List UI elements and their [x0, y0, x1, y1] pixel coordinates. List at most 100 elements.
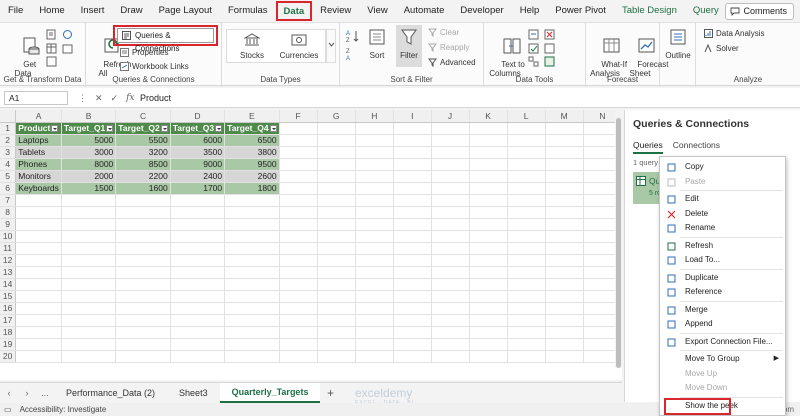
cell[interactable]: [393, 122, 432, 135]
row-header[interactable]: 16: [0, 302, 17, 315]
cell[interactable]: 1500: [61, 182, 117, 195]
cell[interactable]: [115, 338, 171, 351]
worksheet-grid[interactable]: A B C D E F G H I J K L M N 1 Product Target_Q1 Target_Q2…: [0, 110, 622, 380]
cell[interactable]: [279, 194, 318, 207]
cell[interactable]: Product: [15, 122, 62, 135]
comments-button[interactable]: Comments: [725, 3, 794, 20]
cell[interactable]: [317, 122, 356, 135]
cell[interactable]: [170, 242, 226, 255]
cell[interactable]: [279, 218, 318, 231]
cell[interactable]: [431, 158, 470, 171]
cell[interactable]: [317, 350, 356, 363]
sort-az-icon[interactable]: AZ: [346, 29, 360, 43]
cell[interactable]: [469, 266, 508, 279]
tab-home[interactable]: Home: [31, 0, 72, 22]
cell[interactable]: [15, 314, 62, 327]
cell[interactable]: [545, 146, 584, 159]
row-header[interactable]: 19: [0, 338, 17, 351]
cell[interactable]: [507, 314, 546, 327]
context-menu-item-duplicate[interactable]: Duplicate: [660, 272, 785, 284]
cell[interactable]: [545, 206, 584, 219]
cell[interactable]: [507, 170, 546, 183]
cell[interactable]: [279, 266, 318, 279]
cell[interactable]: [507, 206, 546, 219]
cell[interactable]: [15, 254, 62, 267]
cell[interactable]: [507, 338, 546, 351]
cell[interactable]: [545, 242, 584, 255]
cell[interactable]: [170, 338, 226, 351]
cell[interactable]: [431, 350, 470, 363]
cell[interactable]: [355, 206, 394, 219]
cell[interactable]: [355, 146, 394, 159]
cell[interactable]: [507, 278, 546, 291]
cell[interactable]: [545, 218, 584, 231]
context-menu-item-move-to-group[interactable]: Move To Group ▶: [660, 353, 785, 365]
cell[interactable]: [545, 122, 584, 135]
cell[interactable]: [545, 326, 584, 339]
cell[interactable]: [545, 254, 584, 267]
cell[interactable]: [431, 290, 470, 303]
cell[interactable]: [545, 302, 584, 315]
cell[interactable]: 2400: [170, 170, 226, 183]
cell[interactable]: [431, 242, 470, 255]
cell[interactable]: [545, 314, 584, 327]
cell[interactable]: 3500: [170, 146, 226, 159]
row-header[interactable]: 3: [0, 146, 17, 159]
cell[interactable]: [545, 194, 584, 207]
relationships-icon[interactable]: [528, 56, 539, 67]
row-header[interactable]: 4: [0, 158, 17, 171]
cell[interactable]: [279, 134, 318, 147]
cell[interactable]: 1800: [224, 182, 280, 195]
cell[interactable]: [393, 290, 432, 303]
cell[interactable]: [224, 254, 280, 267]
cell[interactable]: [61, 338, 117, 351]
context-menu-item-merge[interactable]: Merge: [660, 304, 785, 316]
add-sheet-icon[interactable]: +: [320, 386, 340, 400]
cell[interactable]: 5500: [115, 134, 171, 147]
tab-help[interactable]: Help: [512, 0, 548, 22]
cell[interactable]: [355, 242, 394, 255]
cell[interactable]: [469, 146, 508, 159]
cell[interactable]: [469, 350, 508, 363]
cell[interactable]: [115, 230, 171, 243]
cell[interactable]: [115, 218, 171, 231]
row-header[interactable]: 20: [0, 350, 17, 363]
column-header[interactable]: C: [115, 110, 171, 123]
cell[interactable]: [469, 194, 508, 207]
cell[interactable]: [393, 170, 432, 183]
cell[interactable]: [469, 158, 508, 171]
cell[interactable]: [317, 338, 356, 351]
context-menu-item-export-connection-file[interactable]: Export Connection File...: [660, 336, 785, 348]
cell[interactable]: [115, 254, 171, 267]
from-table-icon[interactable]: [46, 43, 57, 54]
cell[interactable]: [15, 290, 62, 303]
context-menu-item-load-to[interactable]: Load To...: [660, 254, 785, 266]
outline-button[interactable]: Outline: [662, 27, 694, 60]
cell[interactable]: [317, 326, 356, 339]
column-header[interactable]: E: [224, 110, 280, 123]
cell[interactable]: [279, 146, 318, 159]
cell[interactable]: [507, 266, 546, 279]
cell[interactable]: [224, 350, 280, 363]
cell[interactable]: [170, 218, 226, 231]
tab-power-pivot[interactable]: Power Pivot: [547, 0, 614, 22]
cell[interactable]: [317, 254, 356, 267]
cell[interactable]: 6000: [170, 134, 226, 147]
cell[interactable]: [393, 326, 432, 339]
cell[interactable]: [15, 302, 62, 315]
cell[interactable]: [507, 290, 546, 303]
cell[interactable]: [469, 338, 508, 351]
cell[interactable]: [279, 242, 318, 255]
vertical-scrollbar[interactable]: [615, 110, 622, 368]
cell[interactable]: [355, 338, 394, 351]
cell[interactable]: [507, 158, 546, 171]
cell[interactable]: [393, 302, 432, 315]
cell[interactable]: [393, 194, 432, 207]
cell[interactable]: [15, 326, 62, 339]
cancel-icon[interactable]: ✕: [95, 93, 103, 104]
cell[interactable]: [170, 350, 226, 363]
prev-sheet-icon[interactable]: ‹: [0, 388, 18, 398]
cell[interactable]: [61, 230, 117, 243]
filter-button[interactable]: Filter: [396, 25, 422, 67]
cell[interactable]: [507, 218, 546, 231]
